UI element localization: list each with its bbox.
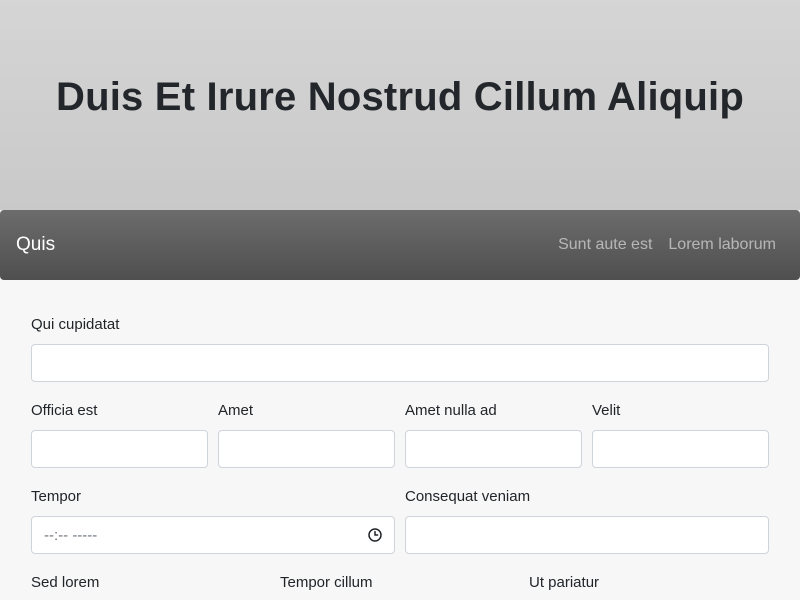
amet-nulla-ad-input[interactable] xyxy=(405,430,582,468)
field-consequat-veniam: Consequat veniam xyxy=(405,488,769,554)
field-label: Consequat veniam xyxy=(405,488,531,505)
field-sed-lorem: Sed lorem xyxy=(31,574,270,600)
page-title: Duis Et Irure Nostrud Cillum Aliquip xyxy=(56,74,744,119)
field-label: Velit xyxy=(592,402,621,419)
field-label: Qui cupidatat xyxy=(31,316,120,333)
navbar: Quis Sunt aute est Lorem laborum xyxy=(0,210,800,280)
field-tempor-cillum: Tempor cillum xyxy=(280,574,519,600)
clock-icon[interactable] xyxy=(368,528,382,542)
qui-cupidatat-input[interactable] xyxy=(31,344,769,382)
form-row-2: Officia est Amet Amet nulla ad Velit xyxy=(31,402,769,468)
nav-link-lorem-laborum[interactable]: Lorem laborum xyxy=(668,236,776,254)
field-officia-est: Officia est xyxy=(31,402,208,468)
hero-banner: Duis Et Irure Nostrud Cillum Aliquip xyxy=(0,0,800,210)
nav-link-sunt-aute-est[interactable]: Sunt aute est xyxy=(558,236,652,254)
navbar-brand[interactable]: Quis xyxy=(16,234,55,256)
field-label: Tempor cillum xyxy=(280,574,373,591)
field-label: Amet nulla ad xyxy=(405,402,497,419)
field-amet: Amet xyxy=(218,402,395,468)
form-row-3: Tempor --:-- ----- Consequat veniam xyxy=(31,488,769,554)
form-row-1: Qui cupidatat xyxy=(31,316,769,382)
officia-est-input[interactable] xyxy=(31,430,208,468)
amet-input[interactable] xyxy=(218,430,395,468)
field-velit: Velit xyxy=(592,402,769,468)
field-label: Officia est xyxy=(31,402,98,419)
field-label: Amet xyxy=(218,402,254,419)
tempor-time-input[interactable]: --:-- ----- xyxy=(31,516,395,554)
field-qui-cupidatat: Qui cupidatat xyxy=(31,316,769,382)
velit-input[interactable] xyxy=(592,430,769,468)
field-label: Ut pariatur xyxy=(529,574,600,591)
field-label: Tempor xyxy=(31,488,82,505)
time-placeholder: --:-- ----- xyxy=(44,526,98,544)
form-row-4: Sed lorem Tempor cillum Ut pariatur xyxy=(31,574,769,600)
field-ut-pariatur: Ut pariatur xyxy=(529,574,768,600)
nav-links: Sunt aute est Lorem laborum xyxy=(558,236,776,254)
consequat-veniam-input[interactable] xyxy=(405,516,769,554)
form: Qui cupidatat Officia est Amet Amet null… xyxy=(0,280,800,600)
field-amet-nulla-ad: Amet nulla ad xyxy=(405,402,582,468)
field-tempor: Tempor --:-- ----- xyxy=(31,488,395,554)
field-label: Sed lorem xyxy=(31,574,100,591)
